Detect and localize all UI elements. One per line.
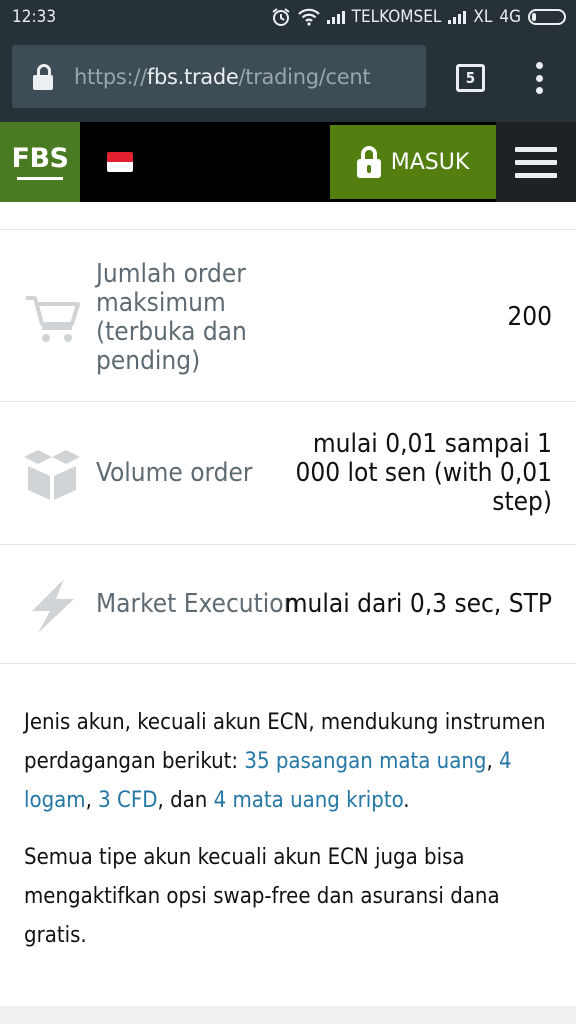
url-text[interactable]: https://fbs.trade/trading/cent [74, 65, 371, 89]
tab-switcher-button[interactable]: 5 [456, 64, 485, 92]
lightning-icon [32, 579, 74, 633]
fbs-logo[interactable]: FBS [0, 122, 80, 202]
carrier-2: XL [473, 6, 493, 27]
status-icons: TELKOMSEL XL 4G [271, 7, 566, 27]
boxes-icon [24, 450, 80, 500]
footer-strip [0, 1006, 576, 1024]
swap-free-paragraph: Semua tipe akun kecuali akun ECN juga bi… [24, 845, 500, 948]
feature-row-max-orders: Jumlah order maksimum (terbuka dan pendi… [0, 229, 576, 401]
feature-value: 200 [507, 302, 552, 332]
feature-label: Jumlah order maksimum (terbuka dan pendi… [96, 259, 247, 376]
shopping-cart-icon [26, 296, 80, 342]
cfd-link[interactable]: 3 CFD [98, 788, 157, 813]
divider [0, 663, 576, 664]
site-header: FBS MASUK [0, 122, 576, 202]
login-label: MASUK [390, 149, 470, 175]
feature-value: mulai dari 0,3 sec, STP [284, 589, 552, 619]
crypto-link[interactable]: 4 mata uang kripto [214, 788, 404, 813]
feature-value: mulai 0,01 sampai 1 000 lot sen (with 0,… [295, 429, 552, 517]
feature-row-execution: Market Execution mulai dari 0,3 sec, STP [0, 544, 576, 663]
alarm-icon [272, 7, 290, 26]
lock-icon [356, 146, 381, 178]
battery-icon [528, 8, 566, 25]
network-type: 4G [499, 6, 521, 27]
status-time: 12:33 [12, 6, 57, 27]
browser-menu-icon[interactable] [533, 62, 545, 94]
signal-icon [448, 10, 467, 24]
carrier-1: TELKOMSEL [351, 6, 442, 27]
wifi-icon [297, 8, 320, 26]
address-bar[interactable]: https://fbs.trade/trading/cent [12, 45, 426, 108]
feature-label: Volume order [96, 458, 253, 488]
hamburger-menu-icon[interactable] [496, 122, 576, 202]
instruments-paragraph: Jenis akun, kecuali akun ECN, mendukung … [24, 710, 546, 813]
feature-row-order-volume: Volume order mulai 0,01 sampai 1 000 lot… [0, 401, 576, 544]
currency-pairs-link[interactable]: 35 pasangan mata uang [244, 749, 486, 774]
secure-lock-icon[interactable] [32, 63, 56, 90]
status-bar: 12:33 TELKOMSEL XL 4G [0, 0, 576, 33]
indonesia-flag-icon[interactable] [107, 152, 133, 172]
browser-toolbar: https://fbs.trade/trading/cent 5 [0, 33, 576, 122]
feature-label: Market Execution [96, 589, 299, 619]
login-button[interactable]: MASUK [330, 125, 496, 199]
signal-icon [326, 10, 345, 24]
